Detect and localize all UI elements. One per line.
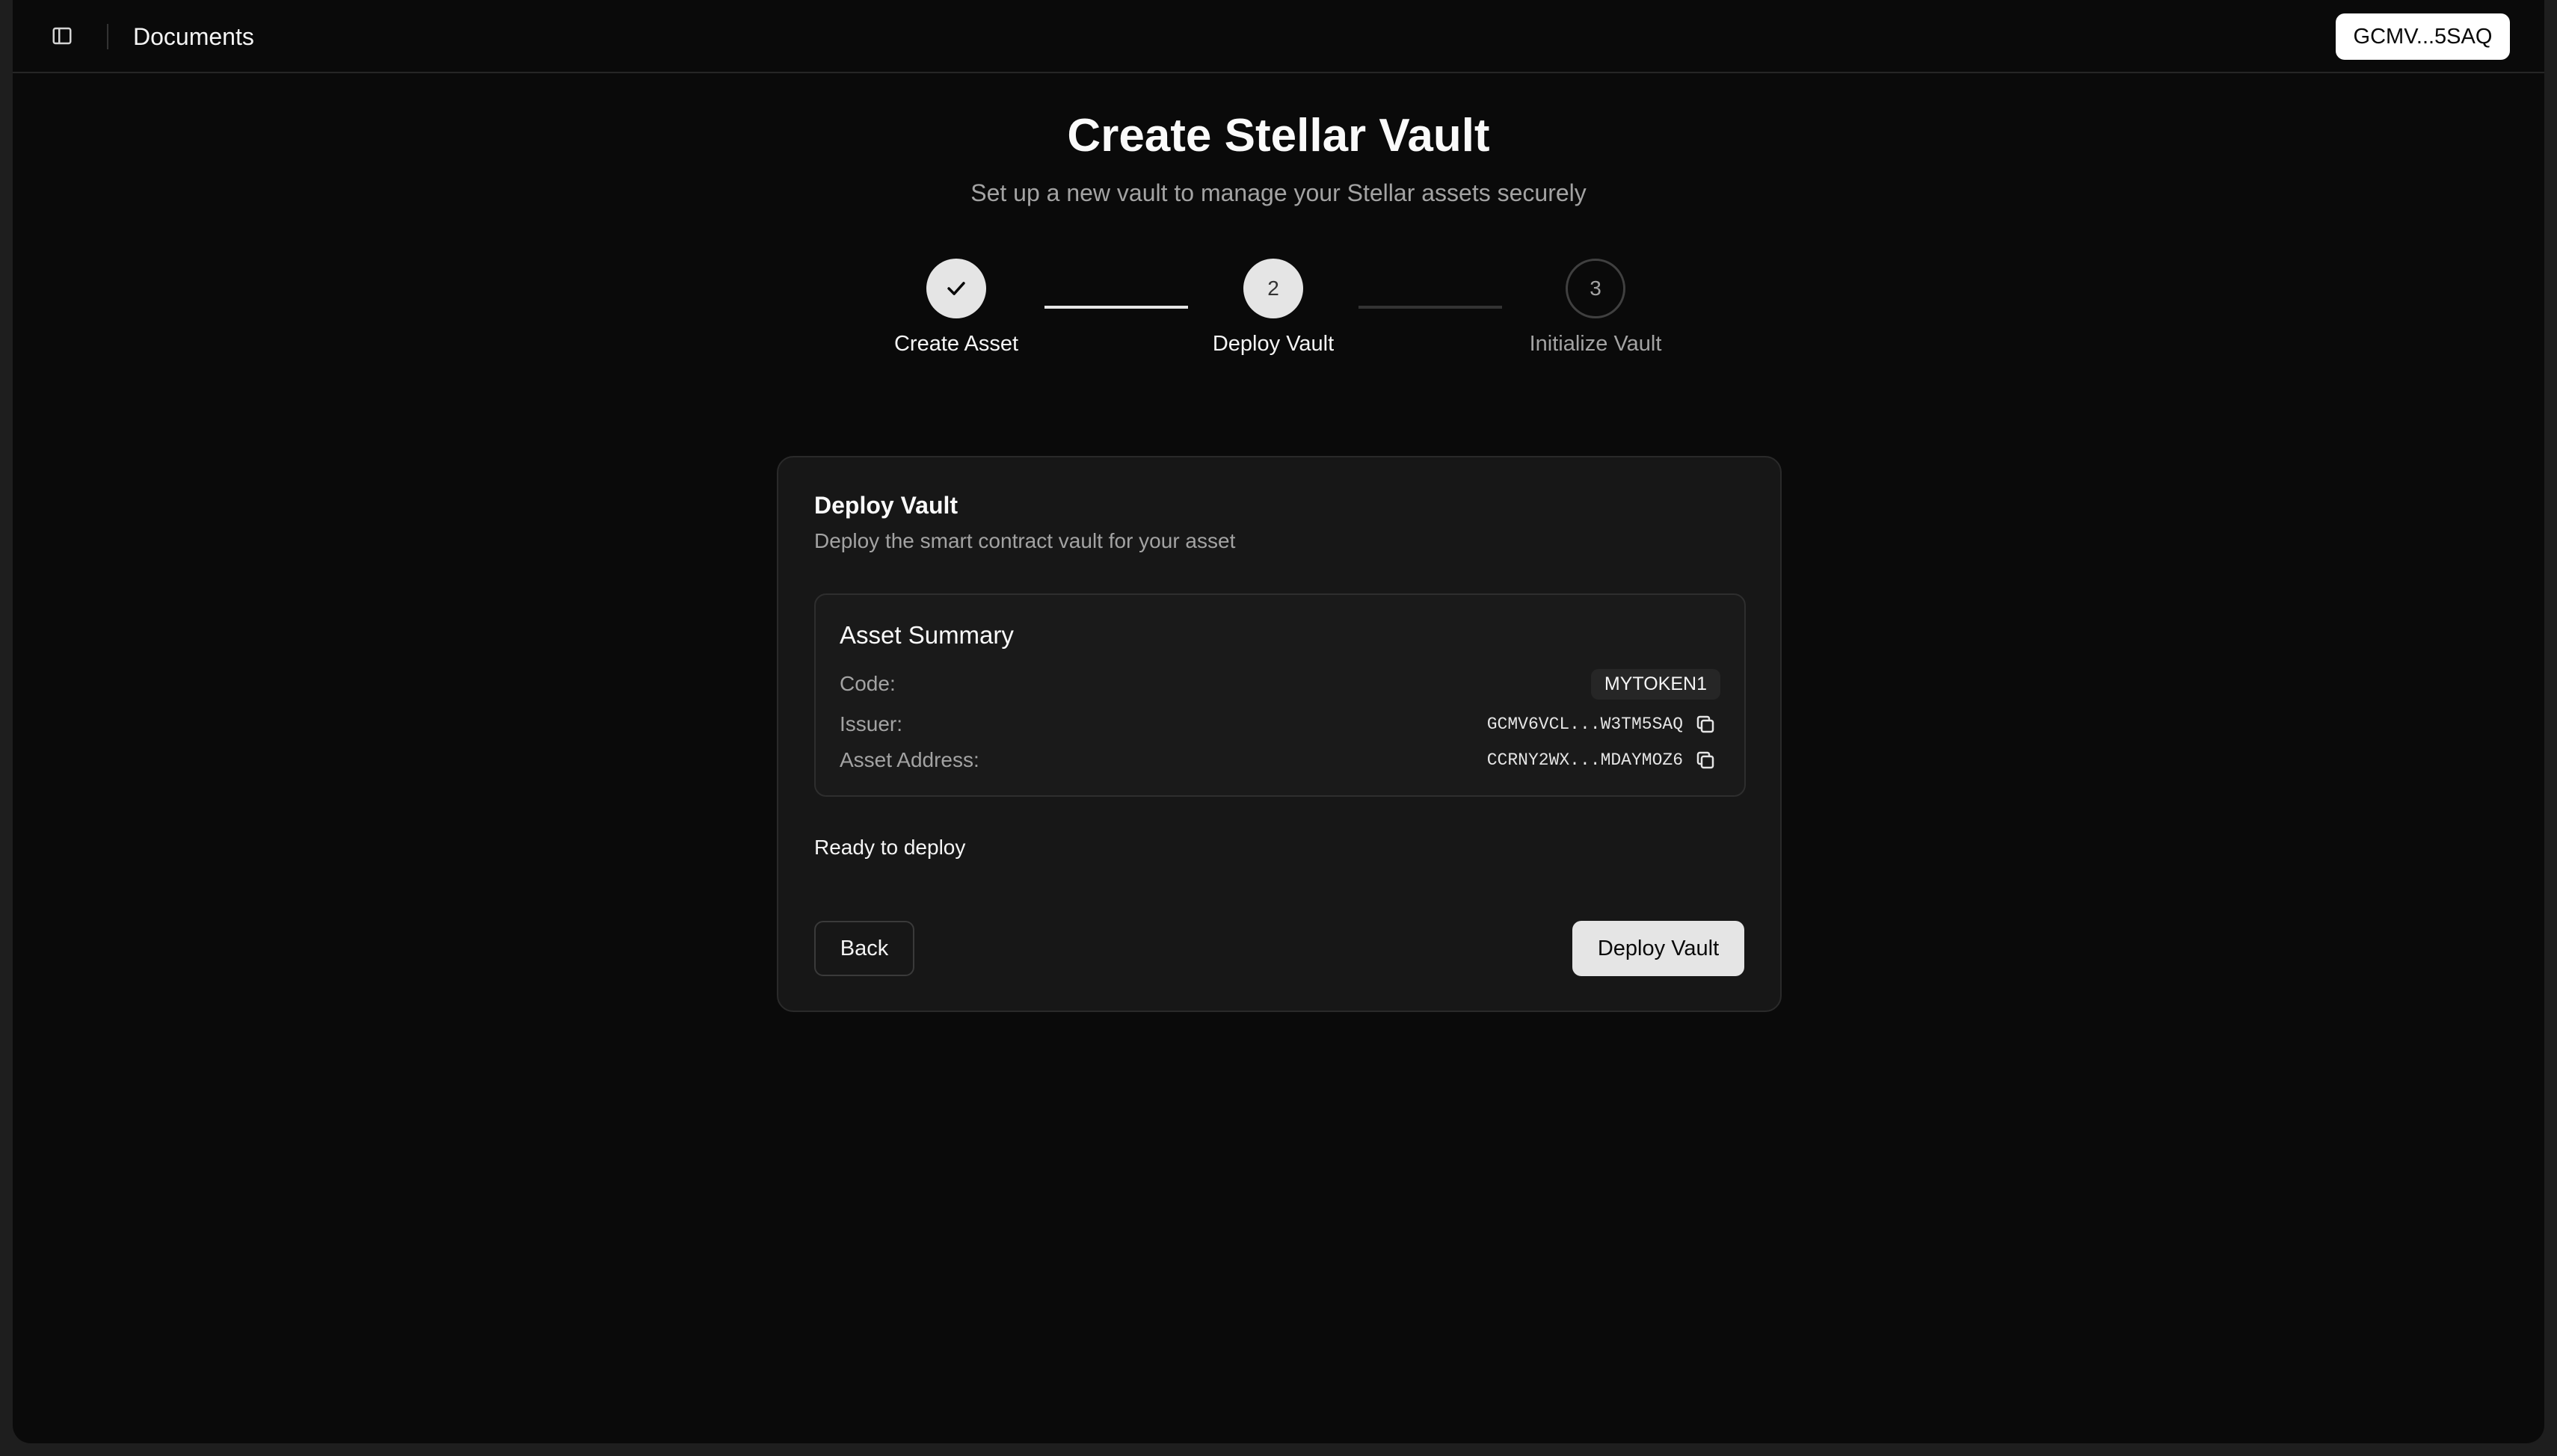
summary-row-address: Asset Address: CCRNY2WX...MDAYMOZ6 [840,743,1720,777]
deploy-vault-card: Deploy Vault Deploy the smart contract v… [777,456,1782,1012]
asset-code-badge: MYTOKEN1 [1590,668,1720,700]
app-window: Documents GCMV...5SAQ Create Stellar Vau… [13,0,2544,1443]
step-connector-1 [1044,306,1188,309]
summary-row-issuer: Issuer: GCMV6VCL...W3TM5SAQ [840,707,1720,741]
step-create-asset: Create Asset [867,259,1046,357]
step-1-check-icon [926,259,986,318]
page-subtitle: Set up a new vault to manage your Stella… [970,179,1587,206]
header-divider [107,24,108,49]
page-title: Create Stellar Vault [1067,110,1490,161]
issuer-label: Issuer: [840,712,903,735]
step-connector-2 [1358,306,1502,309]
wallet-address-button[interactable]: GCMV...5SAQ [2336,13,2510,60]
asset-address-value: CCRNY2WX...MDAYMOZ6 [1486,750,1683,770]
copy-issuer-icon[interactable] [1690,709,1720,739]
asset-summary-title: Asset Summary [840,621,1014,649]
asset-summary-panel: Asset Summary Code: MYTOKEN1 Issuer: GCM… [814,593,1746,797]
step-deploy-vault: 2 Deploy Vault [1184,259,1363,357]
step-3-label: Initialize Vault [1529,332,1662,356]
card-title: Deploy Vault [814,492,959,519]
card-description: Deploy the smart contract vault for your… [814,529,1236,552]
address-label: Asset Address: [840,748,979,771]
step-2-circle: 2 [1243,259,1303,318]
step-initialize-vault: 3 Initialize Vault [1506,259,1685,357]
step-2-label: Deploy Vault [1212,332,1335,356]
copy-address-icon[interactable] [1690,745,1720,775]
step-1-label: Create Asset [893,332,1019,356]
top-header: Documents GCMV...5SAQ [13,0,2544,73]
back-button[interactable]: Back [814,921,914,976]
sidebar-toggle-icon[interactable] [49,22,76,49]
header-title: Documents [133,23,254,50]
code-label: Code: [840,672,896,695]
deploy-vault-button[interactable]: Deploy Vault [1572,921,1744,976]
issuer-value: GCMV6VCL...W3TM5SAQ [1486,715,1683,734]
deploy-status-text: Ready to deploy [814,836,966,859]
step-3-circle: 3 [1566,259,1625,318]
summary-row-code: Code: MYTOKEN1 [840,667,1720,701]
